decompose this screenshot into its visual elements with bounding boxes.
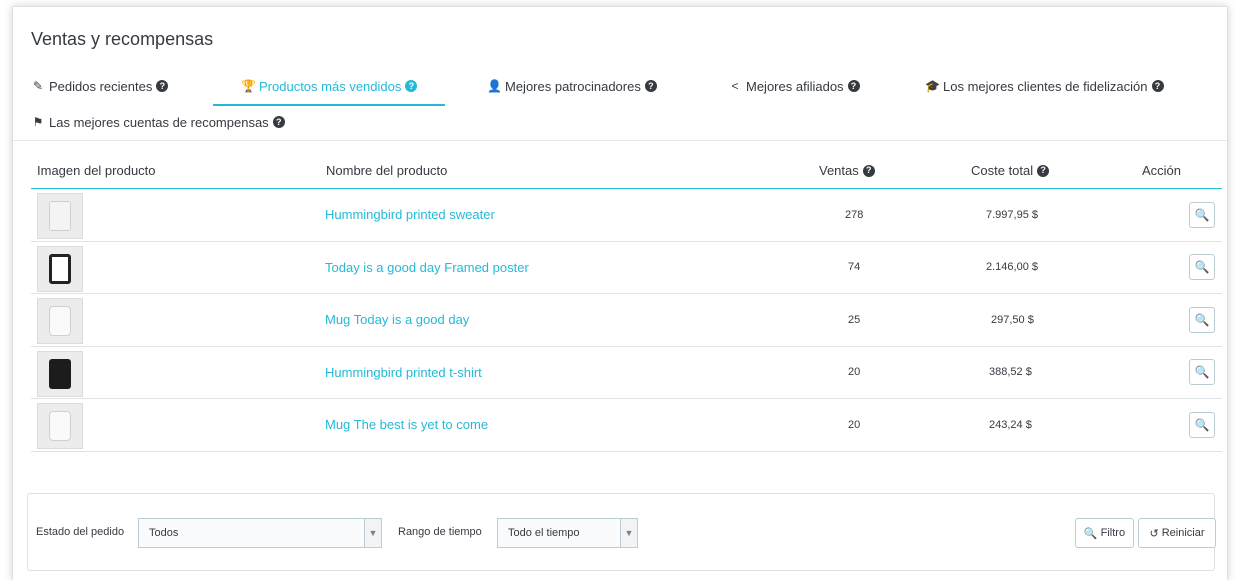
total-cost: 7.997,95 $	[986, 208, 1038, 221]
product-image[interactable]	[37, 193, 83, 240]
tab-recent-orders[interactable]: ✎ Pedidos recientes ?	[31, 71, 169, 101]
product-image[interactable]	[37, 403, 83, 450]
total-cost: 2.146,00 $	[986, 261, 1038, 274]
search-icon: 🔍	[1083, 527, 1098, 540]
help-icon: ?	[862, 164, 875, 177]
user-icon: 👤	[487, 79, 502, 93]
share-icon: <	[731, 79, 739, 93]
order-status-label: Estado del pedido	[36, 526, 125, 538]
time-range-select[interactable]: Todo el tiempo ▼	[497, 518, 638, 548]
header-total-cost: Coste total ?	[971, 163, 1050, 178]
tab-top-sponsors[interactable]: 👤 Mejores patrocinadores ?	[487, 71, 657, 101]
product-name-link[interactable]: Today is a good day Framed poster	[325, 260, 529, 275]
view-product-button[interactable]: 🔍	[1189, 306, 1215, 333]
table-row: Hummingbird printed t-shirt 20 388,52 $ …	[31, 347, 1222, 399]
sales-count: 20	[848, 366, 861, 379]
tab-top-affiliates[interactable]: < Mejores afiliados ?	[728, 71, 860, 101]
view-product-button[interactable]: 🔍	[1189, 201, 1215, 228]
sales-count: 20	[848, 418, 861, 431]
total-cost: 297,50 $	[991, 313, 1034, 326]
order-status-select[interactable]: Todos ▼	[138, 518, 382, 548]
product-name-link[interactable]: Mug Today is a good day	[325, 312, 469, 327]
table-header: Imagen del producto Nombre del producto …	[31, 153, 1222, 189]
search-icon: 🔍	[1194, 260, 1210, 275]
header-action: Acción	[1142, 163, 1182, 178]
search-icon: 🔍	[1194, 312, 1210, 327]
table-row: Hummingbird printed sweater 278 7.997,95…	[31, 189, 1222, 242]
help-icon: ?	[644, 80, 657, 92]
card-title: Ventas y recompensas	[31, 29, 214, 49]
tab-top-loyalty-customers[interactable]: 🎓 Los mejores clientes de fidelización ?	[925, 71, 1164, 101]
view-product-button[interactable]: 🔍	[1189, 359, 1215, 386]
filter-panel: Estado del pedido Todos ▼ Rango de tiemp…	[27, 493, 1216, 571]
help-icon: ?	[405, 80, 418, 92]
view-product-button[interactable]: 🔍	[1189, 411, 1215, 438]
sales-count: 25	[848, 313, 861, 326]
view-product-button[interactable]: 🔍	[1189, 254, 1215, 281]
reset-button[interactable]: ↺ Reiniciar	[1138, 518, 1216, 548]
table-row: Mug The best is yet to come 20 243,24 $ …	[31, 399, 1222, 452]
header-product-name: Nombre del producto	[326, 163, 448, 178]
time-range-label: Rango de tiempo	[398, 526, 482, 538]
table-row: Today is a good day Framed poster 74 2.1…	[31, 242, 1222, 294]
header-product-image: Imagen del producto	[37, 163, 156, 178]
filter-button[interactable]: 🔍 Filtro	[1075, 518, 1134, 548]
tabs-bar: ✎ Pedidos recientes ? 🏆 Productos más ve…	[13, 69, 1227, 141]
product-name-link[interactable]: Mug The best is yet to come	[325, 417, 488, 432]
product-image[interactable]	[37, 245, 83, 292]
search-icon: 🔍	[1194, 207, 1210, 222]
graduation-cap-icon: 🎓	[925, 79, 940, 93]
help-icon: ?	[1037, 164, 1050, 177]
tab-best-selling[interactable]: 🏆 Productos más vendidos ?	[212, 71, 446, 106]
flag-icon: ⚑	[32, 115, 44, 129]
total-cost: 388,52 $	[989, 366, 1032, 379]
tab-top-reward-accounts[interactable]: ⚑ Las mejores cuentas de recompensas ?	[31, 107, 285, 137]
chevron-down-icon: ▼	[620, 519, 637, 547]
header-sales: Ventas ?	[819, 163, 875, 178]
sales-count: 278	[845, 208, 864, 221]
sales-rewards-card: Ventas y recompensas ✎ Pedidos recientes…	[12, 6, 1228, 580]
trophy-icon: 🏆	[241, 79, 256, 93]
help-icon: ?	[847, 80, 860, 92]
product-name-link[interactable]: Hummingbird printed sweater	[325, 207, 495, 222]
help-icon: ?	[272, 116, 285, 128]
chevron-down-icon: ▼	[364, 519, 381, 547]
product-name-link[interactable]: Hummingbird printed t-shirt	[325, 365, 482, 380]
product-image[interactable]	[37, 350, 83, 397]
search-icon: 🔍	[1194, 417, 1210, 432]
total-cost: 243,24 $	[989, 418, 1032, 431]
search-icon: 🔍	[1194, 365, 1210, 380]
product-image[interactable]	[37, 298, 83, 345]
help-icon: ?	[1151, 80, 1164, 92]
pen-icon: ✎	[32, 79, 44, 93]
undo-icon: ↺	[1149, 527, 1159, 540]
table-row: Mug Today is a good day 25 297,50 $ 🔍	[31, 294, 1222, 347]
best-selling-products-table: Imagen del producto Nombre del producto …	[31, 153, 1222, 452]
help-icon: ?	[156, 80, 169, 92]
sales-count: 74	[848, 261, 861, 274]
